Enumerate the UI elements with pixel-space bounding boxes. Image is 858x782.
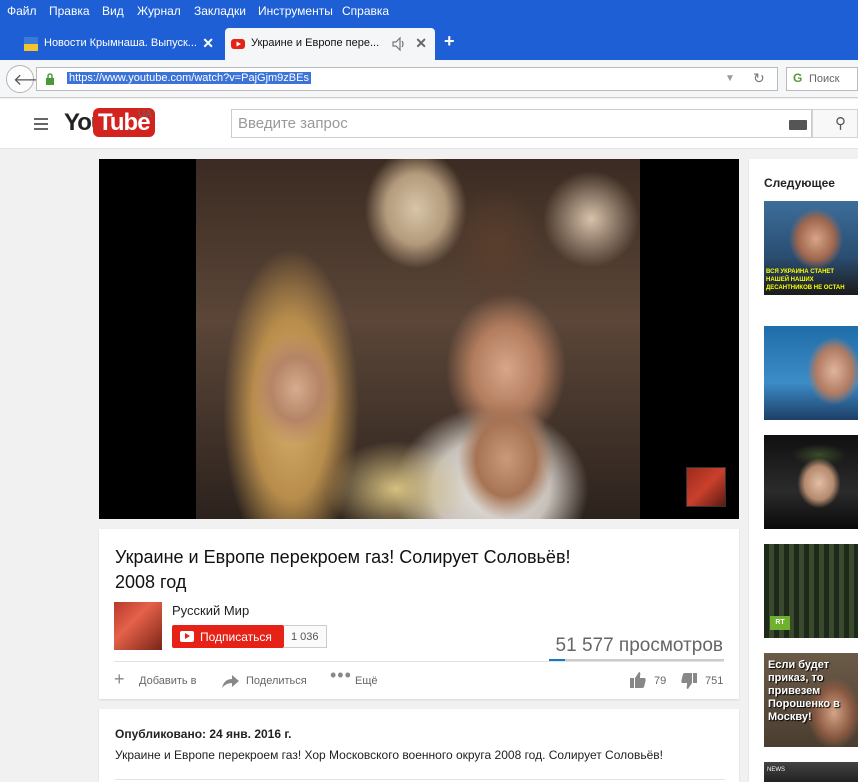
tab-krymnash[interactable]: Новости Крымнаша. Выпуск... ✕ [18, 28, 222, 60]
youtube-favicon-icon [231, 39, 245, 49]
thumbs-up-icon [630, 672, 646, 688]
related-sidebar: Следующее ВСЯ УКРАИНА СТАНЕТ НАШЕЙ НАШИХ… [749, 159, 858, 782]
tab-title: Украине и Европе пере... [251, 37, 380, 49]
like-count: 79 [654, 675, 667, 687]
thumbnail-caption: Если будет приказ, то привезем Порошенко… [768, 659, 840, 723]
menu-bookmarks[interactable]: Закладки [194, 4, 246, 18]
tab-strip: Новости Крымнаша. Выпуск... ✕ Украине и … [0, 22, 858, 60]
search-icon: ⚲ [835, 115, 846, 132]
divider [115, 779, 725, 780]
channel-name[interactable]: Русский Мир [172, 603, 249, 618]
lock-icon [46, 73, 54, 85]
navigation-bar: 🡐 https://www.youtube.com/watch?v=PajGjm… [0, 60, 858, 98]
related-video-thumbnail[interactable]: Если будет приказ, то привезем Порошенко… [764, 653, 858, 747]
search-button[interactable]: ⚲ [812, 109, 858, 138]
menu-help[interactable]: Справка [342, 4, 389, 18]
menu-history[interactable]: Журнал [137, 4, 181, 18]
action-bar: + Добавить в Поделиться ••• Ещё 79 751 [114, 665, 725, 691]
plus-icon: + [114, 669, 125, 689]
keyboard-icon[interactable] [789, 120, 807, 130]
url-bar[interactable]: https://www.youtube.com/watch?v=PajGjm9z… [36, 67, 778, 91]
youtube-search [231, 109, 812, 138]
more-button[interactable]: ••• Ещё [330, 665, 390, 691]
share-button[interactable]: Поделиться [220, 671, 320, 691]
play-icon [180, 631, 194, 642]
youtube-header: You Tube UA ⚲ [0, 99, 858, 149]
related-video-thumbnail[interactable]: ВСЯ УКРАИНА СТАНЕТ НАШЕЙ НАШИХ ДЕСАНТНИК… [764, 201, 858, 295]
up-next-label: Следующее [764, 176, 835, 190]
share-icon [222, 675, 239, 688]
like-button[interactable]: 79 [629, 671, 674, 691]
dislike-button[interactable]: 751 [680, 671, 725, 691]
youtube-region: UA [138, 109, 152, 120]
publish-date: Опубликовано: 24 янв. 2016 г. [115, 727, 292, 741]
more-icon: ••• [330, 665, 352, 685]
dropdown-icon[interactable]: ▼ [725, 73, 735, 84]
browser-search-box[interactable]: G Поиск [786, 67, 858, 91]
subscribe-button[interactable]: Подписаться [172, 625, 284, 648]
site-favicon-icon [24, 37, 38, 51]
video-frame[interactable] [196, 159, 640, 519]
related-video-thumbnail[interactable] [764, 435, 858, 529]
thumbnail-caption: ВСЯ УКРАИНА СТАНЕТ НАШЕЙ НАШИХ ДЕСАНТНИК… [766, 269, 845, 291]
share-label: Поделиться [246, 675, 307, 687]
search-engine-icon: G [793, 71, 803, 85]
related-video-thumbnail[interactable]: RT [764, 544, 858, 638]
news-badge: NEWS [766, 766, 786, 774]
menu-edit[interactable]: Правка [49, 4, 90, 18]
channel-watermark[interactable] [686, 467, 726, 507]
tab-youtube[interactable]: Украине и Европе пере... ✕ [225, 28, 435, 60]
dislike-count: 751 [705, 675, 724, 687]
subscribe-label: Подписаться [200, 630, 272, 644]
divider [114, 661, 724, 662]
view-count: 51 577 просмотров [555, 635, 723, 656]
video-title: Украине и Европе перекроем газ! Солирует… [115, 547, 571, 592]
add-to-label: Добавить в [139, 675, 197, 687]
more-label: Ещё [355, 675, 378, 687]
url-text[interactable]: https://www.youtube.com/watch?v=PajGjm9z… [67, 72, 311, 84]
subscriber-count: 1 036 [284, 625, 327, 648]
menu-view[interactable]: Вид [102, 4, 124, 18]
video-player[interactable] [99, 159, 739, 519]
speaker-icon[interactable] [391, 36, 407, 52]
new-tab-button[interactable]: + [444, 31, 455, 52]
related-video-thumbnail[interactable]: NEWS [764, 762, 858, 782]
rt-logo: RT [770, 616, 790, 630]
description-text: Украине и Европе перекроем газ! Хор Моск… [115, 748, 663, 762]
add-to-button[interactable]: + Добавить в [114, 669, 204, 691]
channel-avatar[interactable] [114, 602, 162, 650]
back-button[interactable]: 🡐 [6, 65, 56, 93]
thumbs-down-icon [681, 673, 697, 689]
video-description: Опубликовано: 24 янв. 2016 г. Украине и … [99, 709, 739, 782]
close-icon[interactable]: ✕ [415, 35, 427, 52]
search-input[interactable] [232, 110, 782, 137]
menu-tools[interactable]: Инструменты [258, 4, 333, 18]
related-video-thumbnail[interactable] [764, 326, 858, 420]
menu-file[interactable]: Файл [7, 4, 37, 18]
hamburger-icon[interactable] [34, 118, 48, 133]
browser-search-label: Поиск [809, 73, 840, 85]
tab-title: Новости Крымнаша. Выпуск... [44, 37, 197, 49]
menu-bar: Файл Правка Вид Журнал Закладки Инструме… [0, 0, 858, 22]
close-icon[interactable]: ✕ [202, 35, 214, 52]
reload-icon[interactable]: ↻ [753, 70, 765, 87]
video-info: Украине и Европе перекроем газ! Солирует… [99, 529, 739, 699]
